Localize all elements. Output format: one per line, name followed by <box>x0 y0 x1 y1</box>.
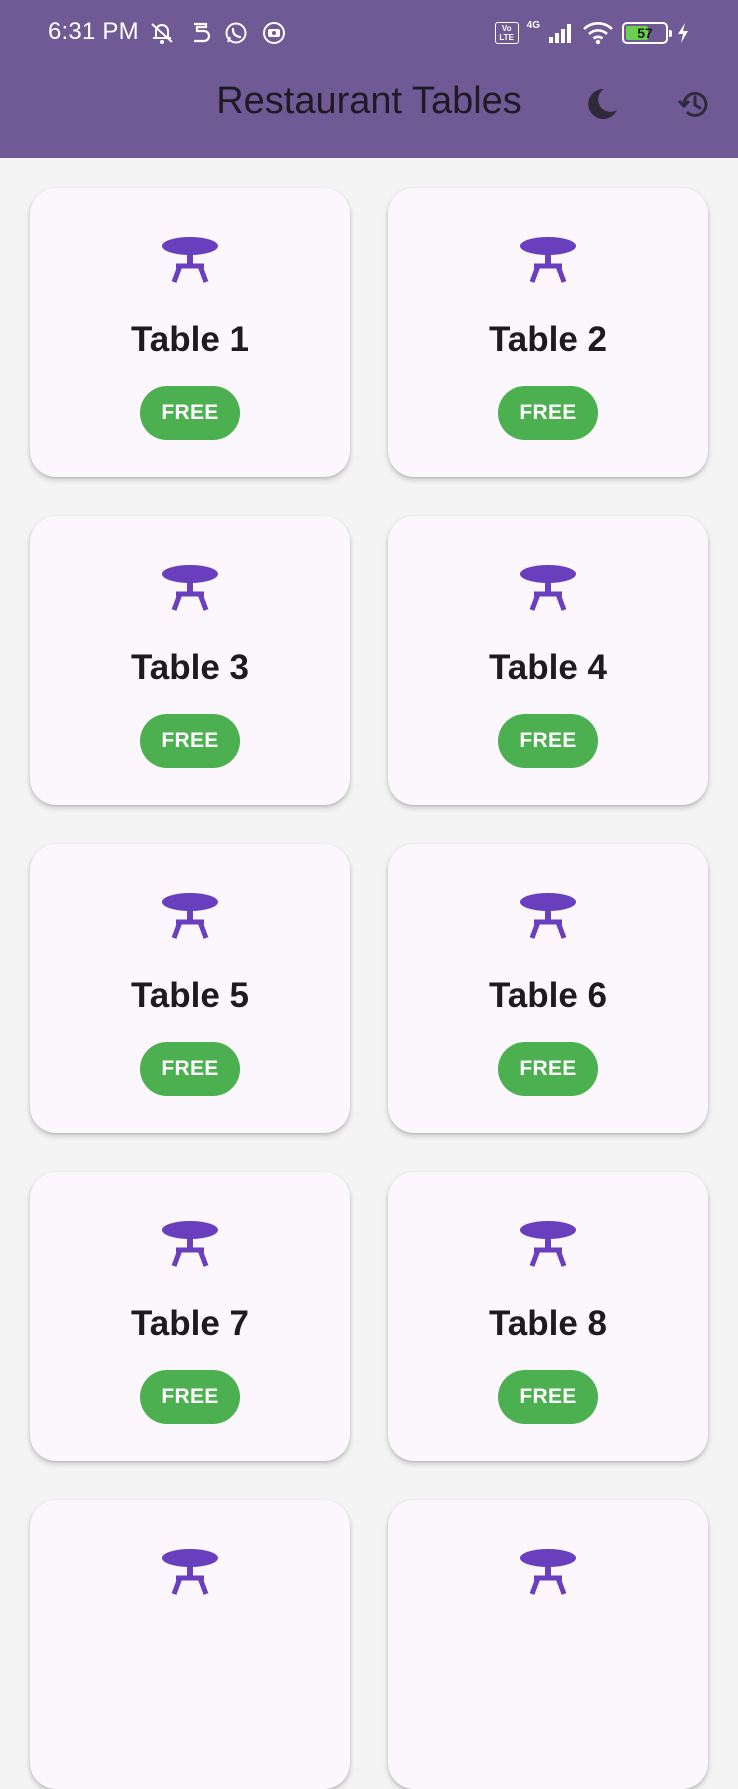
table-card[interactable]: Table 1 FREE <box>30 188 350 477</box>
status-time: 6:31 PM <box>48 18 139 45</box>
battery-level: 57 <box>637 25 653 41</box>
table-icon <box>520 1549 576 1595</box>
moon-icon <box>584 86 620 122</box>
wifi-icon <box>582 21 614 45</box>
table-icon <box>162 893 218 939</box>
network-type: 4G <box>526 19 540 31</box>
status-badge: FREE <box>140 1370 240 1424</box>
table-name: Table 8 <box>488 1304 607 1343</box>
table-name: Table 1 <box>130 320 249 359</box>
charging-bolt-icon <box>676 22 690 44</box>
app-notification-icon <box>262 21 286 45</box>
table-name: Table 4 <box>488 648 607 687</box>
status-badge: FREE <box>140 386 240 440</box>
table-name: Table 6 <box>488 976 607 1015</box>
history-button[interactable] <box>672 82 716 126</box>
dark-mode-toggle-button[interactable] <box>580 82 624 126</box>
status-badge: FREE <box>498 386 598 440</box>
table-icon <box>162 1549 218 1595</box>
volte-text-bottom: LTE <box>499 33 514 42</box>
history-icon <box>676 86 712 122</box>
app-bar: 6:31 PM Vo LTE 4G 57 Restaurant Tables <box>0 0 738 158</box>
table-card[interactable]: Table 3 FREE <box>30 516 350 805</box>
volte-text-top: Vo <box>501 24 512 33</box>
table-card[interactable] <box>388 1500 708 1789</box>
volte-icon: Vo LTE <box>494 22 519 44</box>
table-card[interactable]: Table 8 FREE <box>388 1172 708 1461</box>
battery-icon: 57 <box>622 22 672 44</box>
table-icon <box>520 565 576 611</box>
mute-bell-icon <box>148 20 176 46</box>
table-name: Table 5 <box>130 976 249 1015</box>
table-icon <box>520 1221 576 1267</box>
table-card[interactable]: Table 2 FREE <box>388 188 708 477</box>
table-card[interactable]: Table 6 FREE <box>388 844 708 1133</box>
table-icon <box>520 237 576 283</box>
status-badge: FREE <box>140 1042 240 1096</box>
status-badge: FREE <box>140 714 240 768</box>
status-badge: FREE <box>498 1370 598 1424</box>
signal-strength-icon <box>548 22 574 44</box>
table-card[interactable]: Table 7 FREE <box>30 1172 350 1461</box>
whatsapp-icon <box>224 21 248 45</box>
table-name: Table 2 <box>488 320 607 359</box>
sim-s-icon <box>190 21 210 45</box>
table-card[interactable]: Table 5 FREE <box>30 844 350 1133</box>
table-card[interactable] <box>30 1500 350 1789</box>
table-icon <box>162 237 218 283</box>
status-badge: FREE <box>498 714 598 768</box>
table-icon <box>162 1221 218 1267</box>
table-name: Table 3 <box>130 648 249 687</box>
table-card[interactable]: Table 4 FREE <box>388 516 708 805</box>
table-icon <box>520 893 576 939</box>
status-badge: FREE <box>498 1042 598 1096</box>
page-title: Restaurant Tables <box>216 80 522 122</box>
status-bar: 6:31 PM Vo LTE 4G 57 <box>0 0 738 66</box>
table-name: Table 7 <box>130 1304 249 1343</box>
table-icon <box>162 565 218 611</box>
